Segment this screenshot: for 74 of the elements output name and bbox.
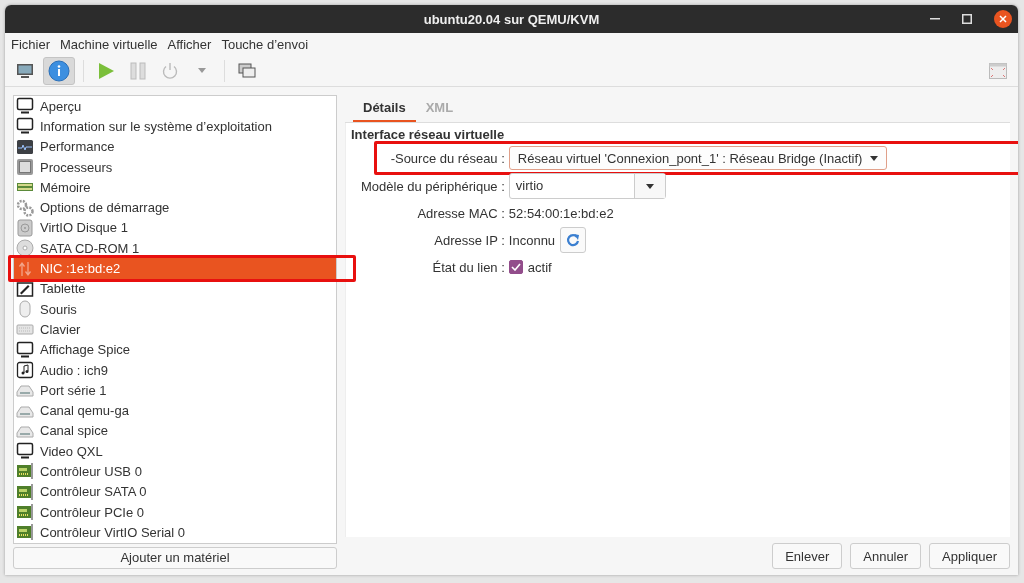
hardware-item[interactable]: Video QXL (14, 441, 336, 462)
checkbox-label: actif (527, 259, 552, 275)
field-value: 52:54:00:1e:bd:e2 (508, 205, 614, 221)
minimize-icon[interactable] (930, 18, 940, 20)
section-title: Interface réseau virtuelle (351, 127, 506, 142)
network-source-dropdown[interactable]: Réseau virtuel 'Connexion_pont_1' : Réseau Bridge (Inactif) (508, 146, 888, 170)
dialog-button[interactable]: Annuler (850, 543, 922, 569)
window-title: ubuntu20.04 sur QEMU/KVM (423, 11, 600, 27)
chip-icon (16, 158, 34, 177)
fullscreen-icon (989, 62, 1007, 79)
pause-icon (130, 61, 146, 80)
hardware-item[interactable]: Performance (14, 136, 336, 157)
field-label: Modèle du périphérique : (360, 178, 505, 194)
gears-icon (16, 198, 34, 217)
monitor-icon (16, 117, 34, 136)
model-combo-field[interactable]: virtio (508, 173, 666, 199)
field-label: -Source du réseau : (389, 150, 505, 166)
hardware-item[interactable]: Contrôleur VirtIO Serial 0 (14, 522, 336, 543)
power-icon (161, 61, 179, 80)
refresh-button[interactable] (560, 227, 587, 253)
hardware-item[interactable]: Contrôleur PCIe 0 (14, 501, 336, 523)
disc-icon (16, 239, 34, 258)
hardware-item[interactable]: Port série 1 (14, 380, 336, 401)
hardware-item[interactable]: VirtIO Disque 1 (14, 217, 336, 239)
music-note-icon (16, 361, 34, 379)
card-icon (16, 523, 34, 542)
caret-icon (870, 155, 879, 161)
field-label: État du lien : (431, 259, 505, 275)
hardware-item[interactable]: Contrôleur USB 0 (14, 461, 336, 482)
hardware-item[interactable]: Canal spice (14, 420, 336, 442)
network-icon (16, 259, 34, 278)
tablet-icon (16, 279, 34, 298)
card-icon (16, 503, 34, 522)
hardware-item[interactable]: Souris (14, 298, 336, 320)
details-button[interactable] (43, 56, 75, 85)
hardware-item[interactable]: Audio : ich9 (14, 359, 336, 381)
hardware-item[interactable]: Affichage Spice (14, 339, 336, 360)
card-icon (16, 462, 34, 481)
maximize-icon[interactable] (962, 14, 972, 24)
hardware-item[interactable]: Contrôleur SATA 0 (14, 481, 336, 502)
menu-item[interactable]: Afficher (167, 36, 212, 52)
menu-item[interactable]: Fichier (11, 36, 50, 52)
mouse-icon (16, 300, 34, 319)
caret-icon (198, 68, 206, 73)
monitor-icon (16, 442, 34, 461)
info-icon (48, 59, 70, 82)
hardware-item[interactable]: Information sur le système d’exploitation (14, 116, 336, 137)
windows-icon (238, 62, 256, 79)
hardware-item[interactable]: Mémoire (14, 177, 336, 198)
field-label: Adresse IP : (433, 232, 505, 248)
hardware-item[interactable]: Options de démarrage (14, 197, 336, 218)
hardware-item[interactable]: Tablette (14, 278, 336, 299)
hardware-item[interactable]: Aperçu (14, 96, 336, 117)
checkbox[interactable] (508, 260, 523, 274)
hardware-item[interactable]: SATA CD-ROM 1 (14, 238, 336, 259)
dialog-button[interactable]: Appliquer (929, 543, 1010, 569)
caret-icon (645, 183, 654, 189)
field-value: Inconnu (508, 232, 556, 248)
dialog-button[interactable]: Enlever (772, 543, 843, 569)
play-icon (97, 61, 115, 80)
monitor-icon (16, 62, 34, 79)
hardware-item[interactable]: Canal qemu-ga (14, 400, 336, 421)
hardware-item[interactable]: Clavier (14, 319, 336, 340)
menu-item[interactable]: Machine virtuelle (60, 36, 158, 52)
refresh-icon (566, 233, 581, 247)
close-icon[interactable] (994, 10, 1012, 28)
hardware-item[interactable]: Processeurs (14, 156, 336, 178)
field-label: Adresse MAC : (416, 205, 505, 221)
hardware-item[interactable]: NIC :1e:bd:e2 (14, 258, 336, 279)
monitor-icon (16, 340, 34, 359)
performance-icon (16, 137, 34, 156)
card-icon (16, 482, 34, 501)
add-hardware-button[interactable]: Ajouter un matériel (13, 546, 337, 569)
menu-item[interactable]: Touche d’envoi (221, 36, 309, 52)
